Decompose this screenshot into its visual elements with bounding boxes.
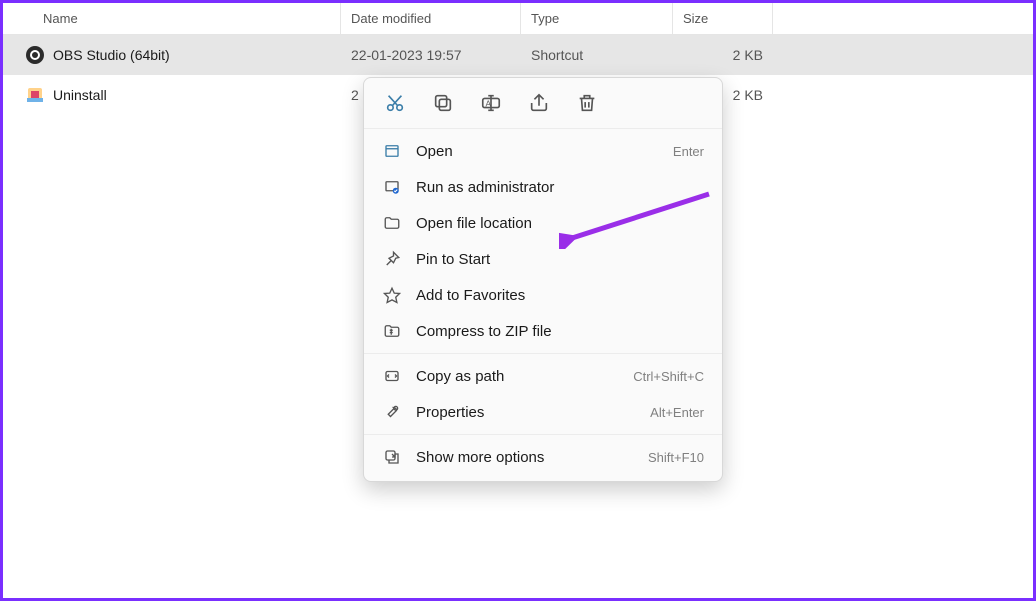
- menu-label: Pin to Start: [416, 251, 704, 268]
- header-size[interactable]: Size: [673, 3, 773, 34]
- menu-add-to-favorites[interactable]: Add to Favorites: [364, 277, 722, 313]
- menu-open[interactable]: Open Enter: [364, 133, 722, 169]
- header-date[interactable]: Date modified: [341, 3, 521, 34]
- file-date: 22-01-2023 19:57: [341, 35, 521, 75]
- menu-label: Properties: [416, 404, 636, 421]
- file-name: OBS Studio (64bit): [53, 47, 170, 63]
- folder-icon: [382, 213, 402, 233]
- menu-show-more-options[interactable]: Show more options Shift+F10: [364, 439, 722, 475]
- file-type: Shortcut: [521, 35, 673, 75]
- rename-icon[interactable]: A: [480, 92, 502, 114]
- menu-label: Copy as path: [416, 368, 619, 385]
- more-options-icon: [382, 447, 402, 467]
- menu-run-as-admin[interactable]: Run as administrator: [364, 169, 722, 205]
- menu-label: Open file location: [416, 215, 704, 232]
- menu-label: Add to Favorites: [416, 287, 704, 304]
- menu-properties[interactable]: Properties Alt+Enter: [364, 394, 722, 430]
- zip-icon: [382, 321, 402, 341]
- cut-icon[interactable]: [384, 92, 406, 114]
- star-icon: [382, 285, 402, 305]
- uninstall-icon: [25, 85, 45, 105]
- share-icon[interactable]: [528, 92, 550, 114]
- menu-copy-as-path[interactable]: Copy as path Ctrl+Shift+C: [364, 358, 722, 394]
- menu-compress-zip[interactable]: Compress to ZIP file: [364, 313, 722, 349]
- menu-open-file-location[interactable]: Open file location: [364, 205, 722, 241]
- header-type[interactable]: Type: [521, 3, 673, 34]
- context-menu: A Open Enter Run as administrator Op: [363, 77, 723, 482]
- obs-icon: [25, 45, 45, 65]
- menu-shortcut: Ctrl+Shift+C: [633, 369, 704, 384]
- menu-pin-to-start[interactable]: Pin to Start: [364, 241, 722, 277]
- copy-path-icon: [382, 366, 402, 386]
- file-size: 2 KB: [673, 35, 773, 75]
- context-menu-quick-actions: A: [364, 78, 722, 129]
- menu-shortcut: Alt+Enter: [650, 405, 704, 420]
- menu-shortcut: Enter: [673, 144, 704, 159]
- wrench-icon: [382, 402, 402, 422]
- pin-icon: [382, 249, 402, 269]
- file-name: Uninstall: [53, 87, 107, 103]
- menu-shortcut: Shift+F10: [648, 450, 704, 465]
- header-name[interactable]: Name: [3, 3, 341, 34]
- menu-label: Compress to ZIP file: [416, 323, 704, 340]
- menu-label: Open: [416, 143, 659, 160]
- menu-separator: [364, 434, 722, 435]
- menu-separator: [364, 353, 722, 354]
- shield-admin-icon: [382, 177, 402, 197]
- menu-label: Run as administrator: [416, 179, 704, 196]
- svg-text:A: A: [486, 100, 492, 109]
- menu-label: Show more options: [416, 449, 634, 466]
- open-icon: [382, 141, 402, 161]
- column-headers: Name Date modified Type Size: [3, 3, 1033, 35]
- copy-icon[interactable]: [432, 92, 454, 114]
- table-row[interactable]: OBS Studio (64bit) 22-01-2023 19:57 Shor…: [3, 35, 1033, 75]
- delete-icon[interactable]: [576, 92, 598, 114]
